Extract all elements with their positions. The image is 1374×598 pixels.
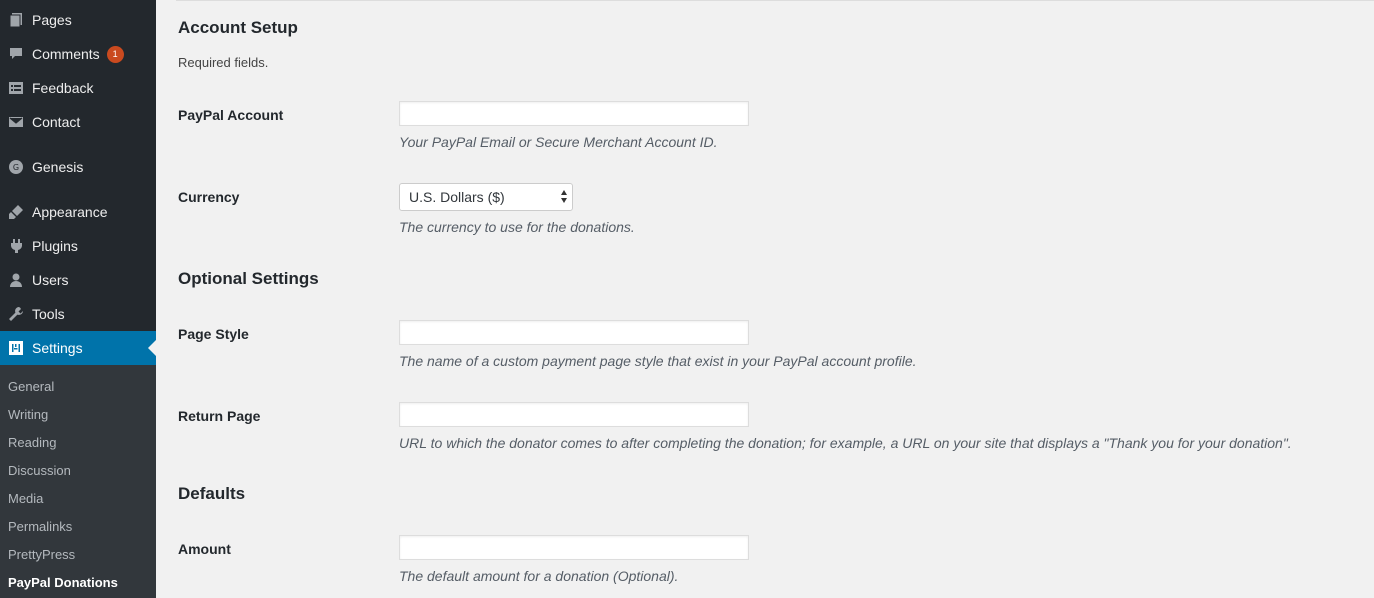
return-page-input[interactable] bbox=[399, 402, 749, 427]
sidebar-item-label: Genesis bbox=[32, 159, 84, 175]
page-style-label: Page Style bbox=[178, 326, 249, 342]
appearance-icon bbox=[0, 204, 32, 220]
svg-text:G: G bbox=[13, 163, 19, 172]
submenu-item-prettypress[interactable]: PrettyPress bbox=[8, 547, 75, 562]
settings-icon bbox=[0, 340, 32, 356]
sidebar-item-label: Pages bbox=[32, 12, 72, 28]
currency-selected-value: U.S. Dollars ($) bbox=[409, 189, 505, 205]
sidebar-item-label: Appearance bbox=[32, 204, 108, 220]
paypal-account-description: Your PayPal Email or Secure Merchant Acc… bbox=[399, 134, 718, 150]
comments-icon bbox=[0, 46, 32, 62]
plugins-icon bbox=[0, 238, 32, 254]
sidebar-item-label: Comments bbox=[32, 46, 100, 62]
page-style-input[interactable] bbox=[399, 320, 749, 345]
sidebar-item-label: Feedback bbox=[32, 80, 94, 96]
sidebar-item-contact[interactable]: Contact bbox=[0, 105, 156, 139]
sidebar-item-genesis[interactable]: G Genesis bbox=[0, 150, 156, 184]
optional-settings-heading: Optional Settings bbox=[178, 269, 319, 288]
sidebar-item-label: Contact bbox=[32, 114, 81, 130]
required-fields-note: Required fields. bbox=[178, 55, 269, 70]
amount-description: The default amount for a donation (Optio… bbox=[399, 568, 679, 584]
return-page-description: URL to which the donator comes to after … bbox=[399, 435, 1292, 451]
submenu-item-permalinks[interactable]: Permalinks bbox=[8, 519, 72, 534]
sidebar-item-pages[interactable]: Pages bbox=[0, 3, 156, 37]
divider bbox=[176, 0, 1374, 2]
submenu-item-general[interactable]: General bbox=[8, 379, 54, 394]
sidebar-item-label: Tools bbox=[32, 306, 65, 322]
submenu-item-media[interactable]: Media bbox=[8, 491, 43, 506]
comment-count-badge: 1 bbox=[106, 45, 124, 63]
pages-icon bbox=[0, 12, 32, 28]
account-setup-heading: Account Setup bbox=[178, 18, 298, 37]
page-style-description: The name of a custom payment page style … bbox=[399, 353, 917, 369]
active-indicator bbox=[148, 340, 156, 356]
submenu-item-paypal-donations[interactable]: PayPal Donations bbox=[8, 575, 118, 590]
sidebar-item-label: Settings bbox=[32, 340, 83, 356]
submenu-item-discussion[interactable]: Discussion bbox=[8, 463, 71, 478]
users-icon bbox=[0, 272, 32, 288]
sidebar-item-plugins[interactable]: Plugins bbox=[0, 229, 156, 263]
amount-label: Amount bbox=[178, 541, 231, 557]
currency-label: Currency bbox=[178, 189, 240, 205]
paypal-account-input[interactable] bbox=[399, 101, 749, 126]
sidebar-item-settings[interactable]: Settings bbox=[0, 331, 156, 365]
return-page-label: Return Page bbox=[178, 408, 261, 424]
submenu-item-writing[interactable]: Writing bbox=[8, 407, 48, 422]
contact-icon bbox=[0, 114, 32, 130]
sidebar-item-feedback[interactable]: Feedback bbox=[0, 71, 156, 105]
admin-sidebar: Pages Comments 1 Feedback Contact G Gene… bbox=[0, 0, 156, 598]
sidebar-item-tools[interactable]: Tools bbox=[0, 297, 156, 331]
amount-input[interactable] bbox=[399, 535, 749, 560]
currency-select[interactable]: U.S. Dollars ($) bbox=[399, 183, 573, 211]
settings-submenu: General Writing Reading Discussion Media… bbox=[0, 365, 156, 598]
sidebar-item-label: Plugins bbox=[32, 238, 78, 254]
defaults-heading: Defaults bbox=[178, 484, 246, 503]
select-arrows-icon bbox=[561, 190, 567, 203]
settings-content: Account Setup Required fields. PayPal Ac… bbox=[156, 0, 1374, 598]
sidebar-item-label: Users bbox=[32, 272, 69, 288]
sidebar-item-appearance[interactable]: Appearance bbox=[0, 195, 156, 229]
currency-description: The currency to use for the donations. bbox=[399, 219, 635, 235]
tools-icon bbox=[0, 306, 32, 322]
genesis-icon: G bbox=[0, 159, 32, 175]
submenu-item-reading[interactable]: Reading bbox=[8, 435, 56, 450]
sidebar-item-users[interactable]: Users bbox=[0, 263, 156, 297]
paypal-account-label: PayPal Account bbox=[178, 107, 284, 123]
sidebar-item-comments[interactable]: Comments 1 bbox=[0, 37, 156, 71]
feedback-icon bbox=[0, 80, 32, 96]
